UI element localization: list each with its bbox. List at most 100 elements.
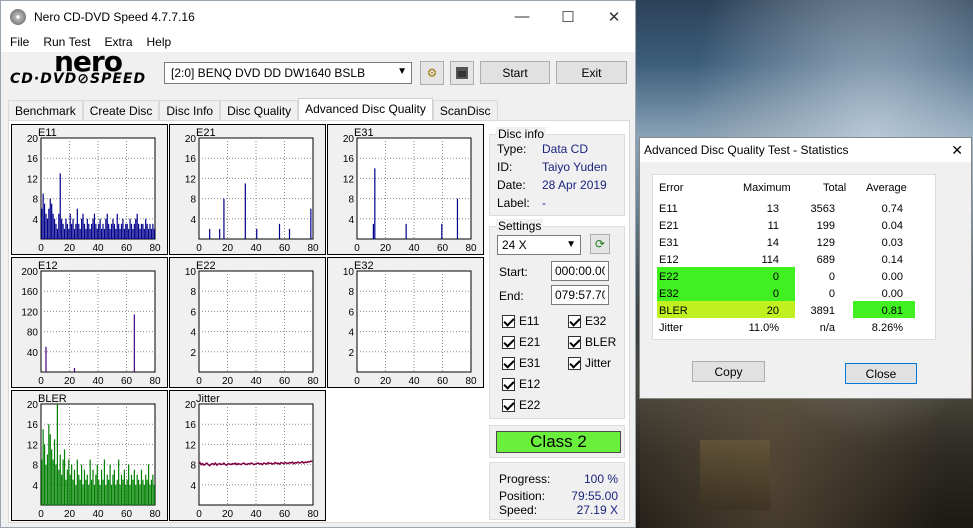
- refresh-speed-button[interactable]: ⟳: [590, 234, 610, 254]
- x-tick-label: 20: [64, 243, 76, 254]
- x-tick-label: 0: [354, 376, 360, 387]
- x-tick-label: 80: [149, 243, 161, 254]
- cell-maximum: 0: [772, 271, 779, 283]
- x-tick-label: 80: [149, 509, 161, 520]
- y-tick-label: 20: [185, 400, 197, 411]
- y-tick-label: 40: [27, 348, 39, 359]
- drive-select[interactable]: [2:0] BENQ DVD DD DW1640 BSLB ▼: [164, 62, 412, 84]
- cell-error: Jitter: [659, 322, 683, 334]
- dialog-close-button[interactable]: Close: [845, 363, 917, 384]
- y-tick-label: 2: [190, 348, 196, 359]
- menu-file[interactable]: File: [3, 35, 36, 49]
- speed-select[interactable]: 24 X ▼: [497, 235, 581, 255]
- end-time-input[interactable]: [551, 285, 609, 305]
- x-tick-label: 80: [465, 243, 477, 254]
- statistics-dialog: Advanced Disc Quality Test - Statistics ✕…: [639, 137, 972, 399]
- chart-jitter: 20 16 12 8 4 0 20 40 60 80 Jitter: [169, 390, 326, 521]
- cell-maximum: 20: [766, 305, 779, 317]
- x-tick-label: 20: [380, 243, 392, 254]
- app-icon: [10, 8, 26, 25]
- x-tick-label: 60: [121, 509, 133, 520]
- start-time-input[interactable]: [551, 261, 609, 281]
- save-button[interactable]: [450, 61, 474, 85]
- refresh-icon: ⟳: [594, 237, 606, 251]
- table-row: E32 0 0 0.00: [653, 286, 913, 303]
- progress-value: 100 %: [583, 472, 618, 486]
- chart-bler: 20 16 12 8 4 0 20 40 60 80 BLER: [11, 390, 168, 521]
- y-tick-label: 8: [32, 195, 38, 206]
- checkbox-icon: [502, 314, 515, 328]
- y-tick-label: 120: [21, 307, 38, 318]
- chart-e32: 10 8 6 4 2 0 20 40 60 80 E32: [327, 257, 484, 388]
- chart-e12: 200 160 120 80 40 0 20 40 60 80 E12: [11, 257, 168, 388]
- speed-label: Speed:: [499, 503, 538, 517]
- header-average: Average: [866, 182, 907, 194]
- check-e32[interactable]: E32: [568, 314, 606, 328]
- checkbox-icon: [502, 356, 515, 370]
- statistics-table: Error Maximum Total Average E11 13 3563 0.7…: [652, 174, 936, 340]
- cell-average: 8.26%: [871, 322, 903, 334]
- check-label: E12: [519, 377, 541, 391]
- dialog-close-icon[interactable]: ✕: [951, 142, 963, 159]
- check-e12[interactable]: E12: [502, 377, 540, 391]
- x-tick-label: 80: [307, 243, 319, 254]
- drive-options-button[interactable]: ⚙: [420, 61, 444, 85]
- x-tick-label: 40: [250, 376, 262, 387]
- tab-create-disc[interactable]: Create Disc: [82, 100, 160, 120]
- check-label: E31: [519, 356, 541, 370]
- y-tick-label: 160: [21, 287, 38, 298]
- y-tick-label: 8: [32, 461, 38, 472]
- x-tick-label: 80: [149, 376, 161, 387]
- title-bar: Nero CD-DVD Speed 4.7.7.16 — ☐ ✕: [1, 1, 635, 32]
- check-e11[interactable]: E11: [502, 314, 539, 328]
- cell-maximum: 13: [766, 203, 779, 215]
- y-tick-label: 4: [32, 215, 38, 226]
- chart-svg: 200 160 120 80 40 0 20 40 60 80: [21, 267, 161, 387]
- y-tick-label: 12: [27, 174, 39, 185]
- check-jitter[interactable]: Jitter: [568, 356, 611, 370]
- y-tick-label: 8: [190, 195, 196, 206]
- cell-total: 0: [828, 271, 835, 283]
- chart-label: E21: [196, 127, 216, 139]
- cell-maximum: 11: [767, 220, 779, 232]
- x-tick-label: 40: [92, 243, 104, 254]
- disc-label-label: Label:: [497, 196, 530, 210]
- chart-svg: 201612840 20 40 60 80: [343, 134, 477, 254]
- x-tick-label: 60: [121, 243, 133, 254]
- x-tick-label: 80: [307, 509, 319, 520]
- close-button[interactable]: ✕: [591, 1, 637, 32]
- tab-disc-quality[interactable]: Disc Quality: [220, 100, 299, 120]
- chart-svg: 201612840 20 40 60 80: [27, 134, 161, 254]
- cell-error: E31: [659, 237, 679, 249]
- x-tick-label: 40: [92, 509, 104, 520]
- progress-label: Progress:: [499, 472, 551, 486]
- check-e22[interactable]: E22: [502, 398, 540, 412]
- tab-disc-info[interactable]: Disc Info: [159, 100, 221, 120]
- tab-scandisc[interactable]: ScanDisc: [432, 100, 498, 120]
- window-title: Nero CD-DVD Speed 4.7.7.16: [34, 9, 195, 24]
- x-tick-label: 40: [250, 509, 262, 520]
- copy-button[interactable]: Copy: [692, 361, 765, 382]
- y-tick-label: 20: [27, 400, 39, 411]
- exit-button[interactable]: Exit: [556, 61, 627, 84]
- tab-advanced-disc-quality[interactable]: Advanced Disc Quality: [298, 98, 433, 120]
- maximize-button[interactable]: ☐: [545, 1, 591, 32]
- table-header: Error Maximum Total Average: [653, 180, 913, 197]
- check-e21[interactable]: E21: [502, 335, 540, 349]
- chart-label: Jitter: [196, 393, 220, 405]
- y-tick-label: 4: [190, 328, 196, 339]
- y-tick-label: 10: [343, 267, 355, 278]
- start-button[interactable]: Start: [480, 61, 550, 84]
- check-e31[interactable]: E31: [502, 356, 540, 370]
- chart-e11: 20 16 12 8 4 0 20 40 60 80 E11: [11, 124, 168, 255]
- tab-benchmark[interactable]: Benchmark: [8, 100, 83, 120]
- gear-icon: ⚙: [426, 66, 438, 80]
- check-bler[interactable]: BLER: [568, 335, 616, 349]
- minimize-button[interactable]: —: [499, 1, 545, 32]
- chart-svg: 201612840 20 40 60 80: [185, 134, 319, 254]
- menu-help[interactable]: Help: [140, 35, 179, 49]
- start-label: Start:: [499, 265, 528, 279]
- y-tick-label: 80: [27, 328, 39, 339]
- chart-e21: 20 16 12 8 4 0 20 40 60 80 E21: [169, 124, 326, 255]
- table-row: E21 11 199 0.04: [653, 218, 913, 235]
